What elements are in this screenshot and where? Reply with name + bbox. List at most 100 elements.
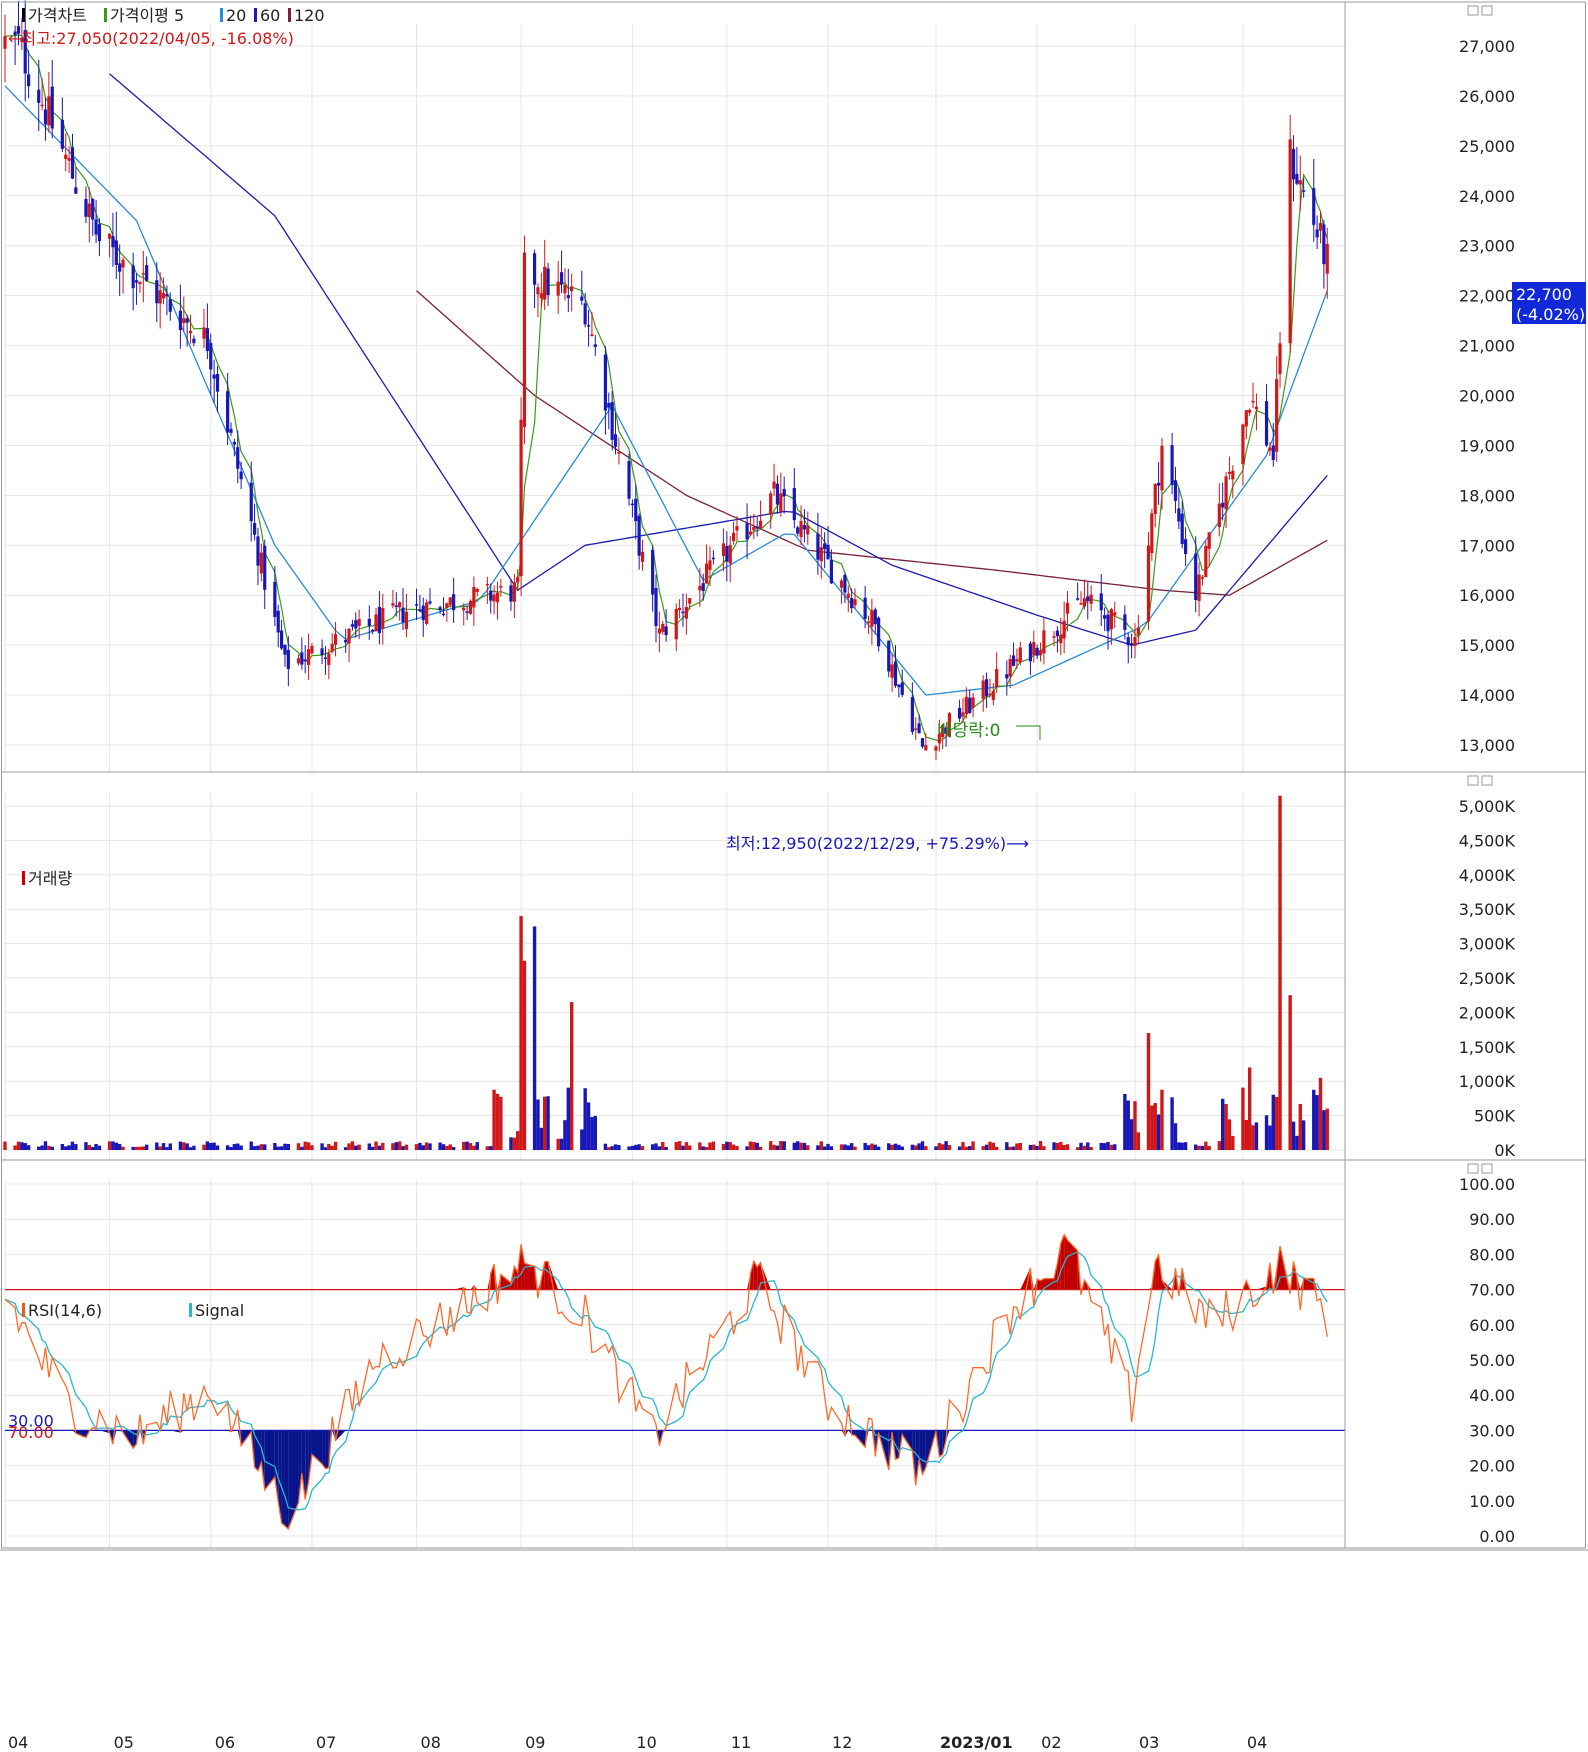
volume-bar: [414, 1144, 419, 1150]
volume-bar: [1015, 1143, 1019, 1150]
volume-tick-label: 5,000K: [1459, 797, 1516, 816]
volume-bar: [1099, 1142, 1103, 1150]
volume-bar: [485, 1146, 490, 1150]
volume-bar: [350, 1141, 355, 1150]
price-tick-label: 21,000: [1459, 337, 1515, 356]
candle-body: [1315, 229, 1319, 238]
volume-bar: [310, 1145, 314, 1150]
price-tick-label: 17,000: [1459, 536, 1515, 555]
candle-body: [728, 545, 732, 564]
volume-bar: [991, 1142, 996, 1150]
candle-body: [1217, 503, 1221, 527]
volume-bar: [381, 1142, 385, 1150]
price-tick-label: 14,000: [1459, 686, 1515, 705]
volume-bar: [64, 1146, 68, 1150]
volume-bar: [40, 1145, 44, 1150]
volume-bar: [1200, 1145, 1205, 1150]
candle-body: [735, 526, 739, 531]
volume-bar: [988, 1141, 992, 1150]
volume-bar: [539, 1127, 544, 1150]
candle-body: [347, 628, 351, 644]
volume-bar: [1244, 1119, 1248, 1150]
volume-bar: [1278, 795, 1282, 1150]
volume-bar: [509, 1137, 513, 1150]
volume-bar: [1217, 1141, 1222, 1150]
volume-bar: [559, 1138, 564, 1150]
candle-body: [441, 613, 446, 616]
volume-bar: [772, 1144, 776, 1150]
volume-tick-label: 1,000K: [1459, 1072, 1516, 1091]
volume-bar: [1106, 1141, 1110, 1150]
candle-body: [1076, 598, 1080, 600]
volume-bar: [1082, 1145, 1087, 1150]
legend-swatch: [22, 8, 25, 22]
candle-body: [114, 240, 118, 265]
candle-body: [165, 294, 169, 297]
ma60-path: [109, 73, 1328, 646]
candle-body: [401, 607, 405, 623]
volume-bar: [516, 1131, 520, 1150]
candle-body: [421, 605, 425, 621]
volume-bar: [117, 1143, 122, 1150]
volume-bar: [1160, 1089, 1164, 1150]
candle-body: [182, 318, 186, 324]
volume-bar: [354, 1145, 358, 1150]
volume-bar: [698, 1142, 702, 1150]
volume-bar: [1251, 1125, 1255, 1150]
legend-label: 가격차트: [28, 6, 87, 25]
volume-bar: [468, 1143, 473, 1150]
x-tick-label: 02: [1041, 1733, 1061, 1752]
candle-body: [846, 593, 850, 598]
candle-body: [286, 649, 290, 670]
candle-body: [816, 533, 820, 560]
candle-body: [1059, 634, 1063, 644]
candle-body: [640, 551, 645, 562]
candle-body: [138, 281, 142, 285]
candle-body: [192, 338, 196, 344]
candle-body: [323, 657, 328, 660]
ma60-line: [109, 73, 1328, 646]
candle-body: [141, 273, 145, 275]
legend-swatch: [220, 8, 223, 22]
candle-body: [448, 597, 452, 605]
volume-bar: [1274, 1096, 1279, 1150]
candle-body: [910, 697, 914, 732]
price-tick-label: 24,000: [1459, 187, 1515, 206]
candle-body: [782, 489, 786, 497]
candle-body: [1322, 224, 1326, 265]
volume-bar: [731, 1144, 736, 1150]
volume-tick-label: 2,000K: [1459, 1003, 1516, 1022]
volume-bar: [445, 1145, 449, 1150]
volume-bar: [893, 1143, 898, 1150]
candle-body: [60, 119, 64, 149]
dividend-annotation: 배당락:0: [937, 721, 1000, 741]
legend-swatch: [254, 8, 257, 22]
candle-body: [893, 661, 898, 686]
x-tick-label: 09: [525, 1733, 545, 1752]
volume-bar: [1247, 1067, 1252, 1150]
volume-bar: [846, 1145, 850, 1150]
panel-border: [1, 771, 1586, 1161]
rsi-level-low-label: 30.00: [8, 1411, 54, 1430]
candle-body: [118, 263, 122, 272]
candle-body: [843, 574, 847, 593]
volume-bar: [536, 1099, 540, 1150]
low-annotation: 최저:12,950(2022/12/29, +75.29%)⟶: [726, 834, 1029, 853]
volume-bar: [489, 1146, 493, 1150]
volume-bar: [367, 1143, 371, 1150]
volume-bar: [934, 1146, 938, 1150]
volume-bar: [178, 1141, 183, 1150]
candle-body: [354, 620, 358, 629]
volume-bar: [188, 1147, 193, 1150]
candle-body: [425, 602, 429, 624]
volume-bar: [13, 1145, 17, 1150]
candle-body: [1005, 674, 1009, 679]
price-tick-label: 27,000: [1459, 37, 1515, 56]
candle-body: [445, 603, 449, 608]
volume-bar: [792, 1142, 797, 1150]
volume-bar: [141, 1146, 145, 1150]
volume-bar: [404, 1144, 409, 1150]
volume-bar: [566, 1087, 571, 1150]
candle-body: [984, 679, 989, 697]
volume-bar: [677, 1141, 682, 1150]
